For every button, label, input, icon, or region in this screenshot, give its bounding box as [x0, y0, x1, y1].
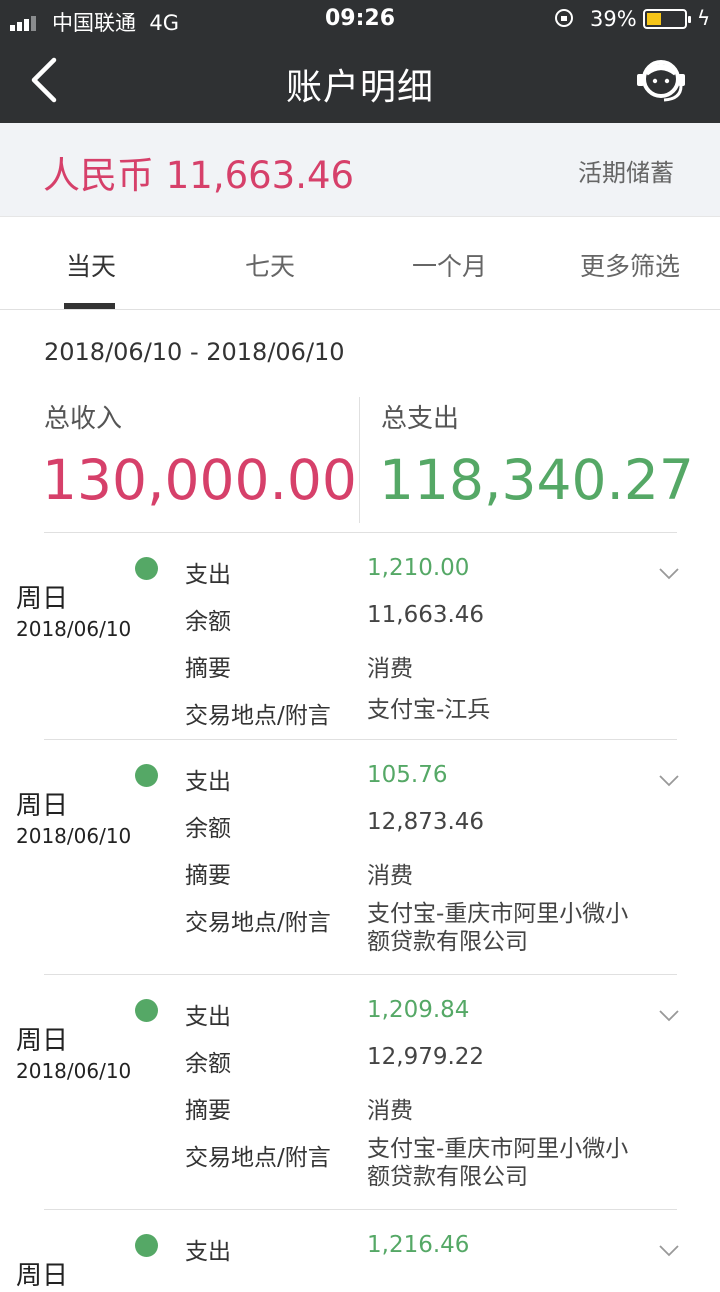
income-label: 总收入: [44, 404, 123, 434]
balance-amount: 人民币 11,663.46: [43, 154, 355, 197]
divider: [44, 1209, 677, 1210]
tab-seven-days[interactable]: 七天: [245, 247, 295, 283]
record-location-label: 交易地点/附言: [185, 1145, 331, 1171]
page-title: 账户明细: [285, 67, 434, 108]
record-balance: 12,873.46: [367, 809, 485, 835]
expense-dot-icon: [135, 1234, 158, 1257]
active-tab-indicator: [64, 303, 115, 309]
record-amount: 1,209.84: [367, 997, 470, 1023]
divider: [359, 397, 360, 523]
expense-value: 118,340.27: [379, 448, 694, 512]
record-amount: 1,210.00: [367, 555, 470, 581]
chevron-down-icon[interactable]: [658, 1244, 680, 1258]
record-balance-label: 余额: [185, 609, 231, 635]
account-type: 活期储蓄: [578, 159, 674, 187]
period-tabs: 当天 七天 一个月 更多筛选: [0, 216, 720, 310]
record-weekday: 周日: [16, 1261, 69, 1291]
rotation-lock-icon: [555, 9, 573, 27]
expense-label: 总支出: [381, 404, 460, 434]
record-balance: 11,663.46: [367, 602, 485, 628]
date-range: 2018/06/10 - 2018/06/10: [44, 338, 345, 366]
record-memo-label: 摘要: [185, 863, 231, 889]
record-date: 2018/06/10: [16, 617, 132, 641]
record-type-label: 支出: [185, 562, 231, 588]
chevron-down-icon[interactable]: [658, 567, 680, 581]
tab-more-filters[interactable]: 更多筛选: [580, 247, 680, 283]
record-balance-label: 余额: [185, 1051, 231, 1077]
record-weekday: 周日: [16, 584, 69, 614]
record-balance-label: 余额: [185, 816, 231, 842]
record-location: 支付宝-重庆市阿里小微小额贷款有限公司: [367, 1136, 629, 1190]
top-bar: 中国联通 4G 09:26 39% ϟ 账户明细: [0, 0, 720, 123]
status-bar: 中国联通 4G 09:26 39% ϟ: [0, 0, 720, 40]
record-location-label: 交易地点/附言: [185, 910, 331, 936]
battery-percent: 39%: [590, 7, 637, 31]
record-amount: 105.76: [367, 762, 448, 788]
income-value: 130,000.00: [42, 448, 357, 512]
record-location-label: 交易地点/附言: [185, 703, 331, 729]
balance-header: 人民币 11,663.46 活期储蓄: [0, 123, 720, 216]
record-memo-label: 摘要: [185, 1098, 231, 1124]
battery-icon: [643, 9, 691, 29]
charging-icon: ϟ: [697, 6, 711, 30]
record-amount: 1,216.46: [367, 1232, 470, 1258]
record-memo: 消费: [367, 863, 413, 889]
customer-service-icon[interactable]: [634, 57, 688, 105]
record-location: 支付宝-重庆市阿里小微小额贷款有限公司: [367, 901, 629, 955]
divider: [44, 974, 677, 975]
expense-dot-icon: [135, 557, 158, 580]
record-weekday: 周日: [16, 791, 69, 821]
expense-dot-icon: [135, 999, 158, 1022]
expense-dot-icon: [135, 764, 158, 787]
chevron-down-icon[interactable]: [658, 1009, 680, 1023]
record-weekday: 周日: [16, 1026, 69, 1056]
record-memo-label: 摘要: [185, 656, 231, 682]
chevron-down-icon[interactable]: [658, 774, 680, 788]
record-location: 支付宝-江兵: [367, 697, 491, 723]
tab-one-month[interactable]: 一个月: [412, 247, 487, 283]
divider: [44, 739, 677, 740]
record-memo: 消费: [367, 656, 413, 682]
record-type-label: 支出: [185, 1239, 231, 1265]
record-balance: 12,979.22: [367, 1044, 485, 1070]
record-type-label: 支出: [185, 1004, 231, 1030]
record-memo: 消费: [367, 1098, 413, 1124]
record-type-label: 支出: [185, 769, 231, 795]
record-date: 2018/06/10: [16, 1059, 132, 1083]
record-date: 2018/06/10: [16, 824, 132, 848]
divider: [44, 532, 677, 533]
tab-today[interactable]: 当天: [66, 247, 116, 283]
